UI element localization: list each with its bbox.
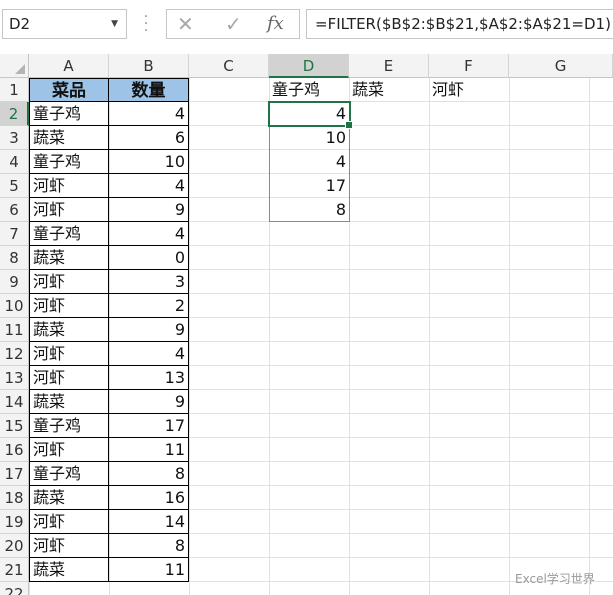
enter-icon[interactable]: ✓ bbox=[225, 10, 242, 38]
quantity-cell[interactable]: 4 bbox=[109, 174, 189, 198]
row-header-8[interactable]: 8 bbox=[0, 246, 29, 270]
worksheet: A B C D E F G 1 2 3 4 5 6 7 8 9 10 11 12 13 14 15 16 17 18 19 20 21… bbox=[0, 54, 613, 595]
row-header-11[interactable]: 11 bbox=[0, 318, 29, 342]
formula-buttons: ✕ ✓ fx bbox=[166, 9, 300, 39]
cancel-icon[interactable]: ✕ bbox=[177, 10, 194, 38]
dish-cell[interactable]: 童子鸡 bbox=[29, 102, 109, 126]
row-header-2[interactable]: 2 bbox=[0, 102, 29, 126]
quantity-cell[interactable]: 13 bbox=[109, 366, 189, 390]
dish-cell[interactable]: 河虾 bbox=[29, 534, 109, 558]
name-box[interactable]: D2 ▼ bbox=[2, 9, 127, 39]
row-header-12[interactable]: 12 bbox=[0, 342, 29, 366]
quantity-cell[interactable]: 0 bbox=[109, 246, 189, 270]
dish-cell[interactable]: 河虾 bbox=[29, 342, 109, 366]
column-header-c[interactable]: C bbox=[189, 54, 269, 78]
dish-cell[interactable]: 河虾 bbox=[29, 198, 109, 222]
dish-cell[interactable]: 河虾 bbox=[29, 270, 109, 294]
quantity-cell[interactable]: 4 bbox=[109, 342, 189, 366]
criteria-cell-e1[interactable]: 蔬菜 bbox=[349, 78, 429, 102]
spill-result-cell[interactable]: 10 bbox=[269, 126, 349, 150]
quantity-cell[interactable]: 4 bbox=[109, 102, 189, 126]
quantity-cell[interactable]: 2 bbox=[109, 294, 189, 318]
column-header-e[interactable]: E bbox=[349, 54, 429, 78]
dish-cell[interactable]: 蔬菜 bbox=[29, 318, 109, 342]
column-header-g[interactable]: G bbox=[509, 54, 613, 78]
quantity-cell[interactable]: 11 bbox=[109, 438, 189, 462]
table-header-quantity[interactable]: 数量 bbox=[109, 78, 189, 102]
row-header-13[interactable]: 13 bbox=[0, 366, 29, 390]
dish-cell[interactable]: 童子鸡 bbox=[29, 222, 109, 246]
spill-result-cell[interactable]: 8 bbox=[269, 198, 349, 222]
quantity-cell[interactable]: 14 bbox=[109, 510, 189, 534]
row-header-3[interactable]: 3 bbox=[0, 126, 29, 150]
quantity-cell[interactable]: 10 bbox=[109, 150, 189, 174]
select-all-corner[interactable] bbox=[0, 54, 29, 78]
spill-result-cell[interactable]: 4 bbox=[269, 150, 349, 174]
dish-cell[interactable]: 童子鸡 bbox=[29, 462, 109, 486]
dish-cell[interactable]: 蔬菜 bbox=[29, 126, 109, 150]
dish-cell[interactable]: 蔬菜 bbox=[29, 390, 109, 414]
column-header-b[interactable]: B bbox=[109, 54, 189, 78]
row-header-4[interactable]: 4 bbox=[0, 150, 29, 174]
row-header-20[interactable]: 20 bbox=[0, 534, 29, 558]
column-header-d[interactable]: D bbox=[269, 54, 349, 78]
row-header-9[interactable]: 9 bbox=[0, 270, 29, 294]
dish-cell[interactable]: 河虾 bbox=[29, 510, 109, 534]
dish-cell[interactable]: 河虾 bbox=[29, 366, 109, 390]
dish-cell[interactable]: 蔬菜 bbox=[29, 558, 109, 582]
dish-cell[interactable]: 蔬菜 bbox=[29, 246, 109, 270]
column-header-a[interactable]: A bbox=[29, 54, 109, 78]
quantity-cell[interactable]: 9 bbox=[109, 390, 189, 414]
row-header-22[interactable]: 22 bbox=[0, 582, 29, 595]
row-header-7[interactable]: 7 bbox=[0, 222, 29, 246]
row-header-10[interactable]: 10 bbox=[0, 294, 29, 318]
row-header-21[interactable]: 21 bbox=[0, 558, 29, 582]
row-header-1[interactable]: 1 bbox=[0, 78, 29, 102]
quantity-cell[interactable]: 9 bbox=[109, 198, 189, 222]
row-header-6[interactable]: 6 bbox=[0, 198, 29, 222]
row-header-18[interactable]: 18 bbox=[0, 486, 29, 510]
spill-result-cell[interactable]: 4 bbox=[269, 102, 349, 126]
drag-handle-icon[interactable]: · · · bbox=[143, 10, 149, 38]
quantity-cell[interactable]: 11 bbox=[109, 558, 189, 582]
dish-cell[interactable]: 河虾 bbox=[29, 438, 109, 462]
row-header-16[interactable]: 16 bbox=[0, 438, 29, 462]
formula-bar: D2 ▼ · · · ✕ ✓ fx =FILTER($B$2:$B$21,$A$2:… bbox=[0, 0, 613, 57]
dish-cell[interactable]: 童子鸡 bbox=[29, 150, 109, 174]
quantity-cell[interactable]: 8 bbox=[109, 462, 189, 486]
quantity-cell[interactable]: 8 bbox=[109, 534, 189, 558]
criteria-cell-d1[interactable]: 童子鸡 bbox=[269, 78, 349, 102]
column-header-f[interactable]: F bbox=[429, 54, 509, 78]
row-header-15[interactable]: 15 bbox=[0, 414, 29, 438]
quantity-cell[interactable]: 17 bbox=[109, 414, 189, 438]
row-header-14[interactable]: 14 bbox=[0, 390, 29, 414]
name-box-value: D2 bbox=[9, 15, 31, 33]
dish-cell[interactable]: 蔬菜 bbox=[29, 486, 109, 510]
dish-cell[interactable]: 河虾 bbox=[29, 174, 109, 198]
quantity-cell[interactable]: 16 bbox=[109, 486, 189, 510]
quantity-cell[interactable]: 9 bbox=[109, 318, 189, 342]
table-header-dish[interactable]: 菜品 bbox=[29, 78, 109, 102]
row-header-17[interactable]: 17 bbox=[0, 462, 29, 486]
row-header-5[interactable]: 5 bbox=[0, 174, 29, 198]
formula-input[interactable]: =FILTER($B$2:$B$21,$A$2:$A$21=D1) bbox=[306, 9, 613, 39]
quantity-cell[interactable]: 4 bbox=[109, 222, 189, 246]
watermark: Excel学习世界 bbox=[515, 572, 595, 586]
dish-cell[interactable]: 河虾 bbox=[29, 294, 109, 318]
dish-cell[interactable]: 童子鸡 bbox=[29, 414, 109, 438]
spill-result-cell[interactable]: 17 bbox=[269, 174, 349, 198]
quantity-cell[interactable]: 6 bbox=[109, 126, 189, 150]
insert-function-icon[interactable]: fx bbox=[267, 10, 284, 38]
criteria-cell-f1[interactable]: 河虾 bbox=[429, 78, 509, 102]
chevron-down-icon[interactable]: ▼ bbox=[111, 10, 118, 38]
quantity-cell[interactable]: 3 bbox=[109, 270, 189, 294]
row-header-19[interactable]: 19 bbox=[0, 510, 29, 534]
